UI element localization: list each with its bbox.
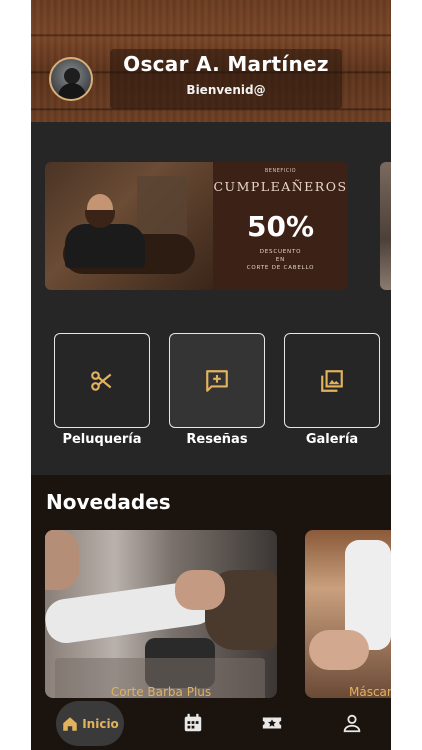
promo-banner[interactable]: BENEFICIO CUMPLEAÑEROS 50% DESCUENTO EN … xyxy=(45,162,348,290)
nav-home-button[interactable]: Inicio xyxy=(56,701,124,746)
calendar-icon[interactable] xyxy=(182,712,204,734)
avatar-body xyxy=(58,83,86,99)
service-galeria-button[interactable] xyxy=(284,333,380,428)
service-label-peluqueria: Peluquería xyxy=(62,432,142,447)
avatar-head xyxy=(64,68,80,84)
promo-line-1: DESCUENTO xyxy=(259,249,302,255)
promo-title: CUMPLEAÑEROS xyxy=(213,179,348,194)
ticket-star-icon[interactable] xyxy=(261,712,283,734)
avatar[interactable] xyxy=(49,57,93,101)
promo-line-2: EN xyxy=(275,257,286,263)
news-card-photo-hand xyxy=(175,570,225,610)
scissors-icon xyxy=(91,370,112,391)
service-label-resenas: Reseñas xyxy=(186,432,248,447)
service-peluqueria-button[interactable] xyxy=(54,333,150,428)
promo-photo xyxy=(45,162,213,290)
promo-photo-bg xyxy=(137,176,187,236)
next-promo-peek[interactable] xyxy=(380,162,391,290)
user-name: Oscar A. Martínez xyxy=(123,52,329,76)
news-card-title: Máscara xyxy=(349,685,391,698)
home-icon xyxy=(63,716,77,731)
bottom-nav: Inicio xyxy=(31,698,391,750)
news-card-photo-face xyxy=(309,630,369,670)
news-title: Novedades xyxy=(46,490,171,514)
service-resenas-button[interactable] xyxy=(169,333,265,428)
news-card-photo-face xyxy=(45,530,79,590)
promo-text-panel: BENEFICIO CUMPLEAÑEROS 50% DESCUENTO EN … xyxy=(213,162,348,290)
gallery-icon xyxy=(321,369,343,392)
service-label-galeria: Galería xyxy=(305,432,359,447)
promo-line-3: CORTE DE CABELLO xyxy=(246,265,315,271)
news-card[interactable]: Corte Barba Plus xyxy=(45,530,277,698)
user-greeting-box: Oscar A. Martínez Bienvenid@ xyxy=(110,49,342,109)
news-card[interactable]: Máscara xyxy=(305,530,391,698)
promo-photo-cape xyxy=(65,224,145,268)
profile-icon[interactable] xyxy=(341,712,363,734)
welcome-text: Bienvenid@ xyxy=(186,83,266,97)
review-icon xyxy=(206,369,228,392)
news-card-title: Corte Barba Plus xyxy=(110,685,212,698)
promo-discount: 50% xyxy=(246,210,315,243)
header: Oscar A. Martínez Bienvenid@ xyxy=(31,0,391,122)
promo-kicker: BENEFICIO xyxy=(264,168,297,174)
app-screen: Oscar A. Martínez Bienvenid@ BENEFICIO C… xyxy=(31,0,391,750)
nav-home-label: Inicio xyxy=(82,716,119,731)
